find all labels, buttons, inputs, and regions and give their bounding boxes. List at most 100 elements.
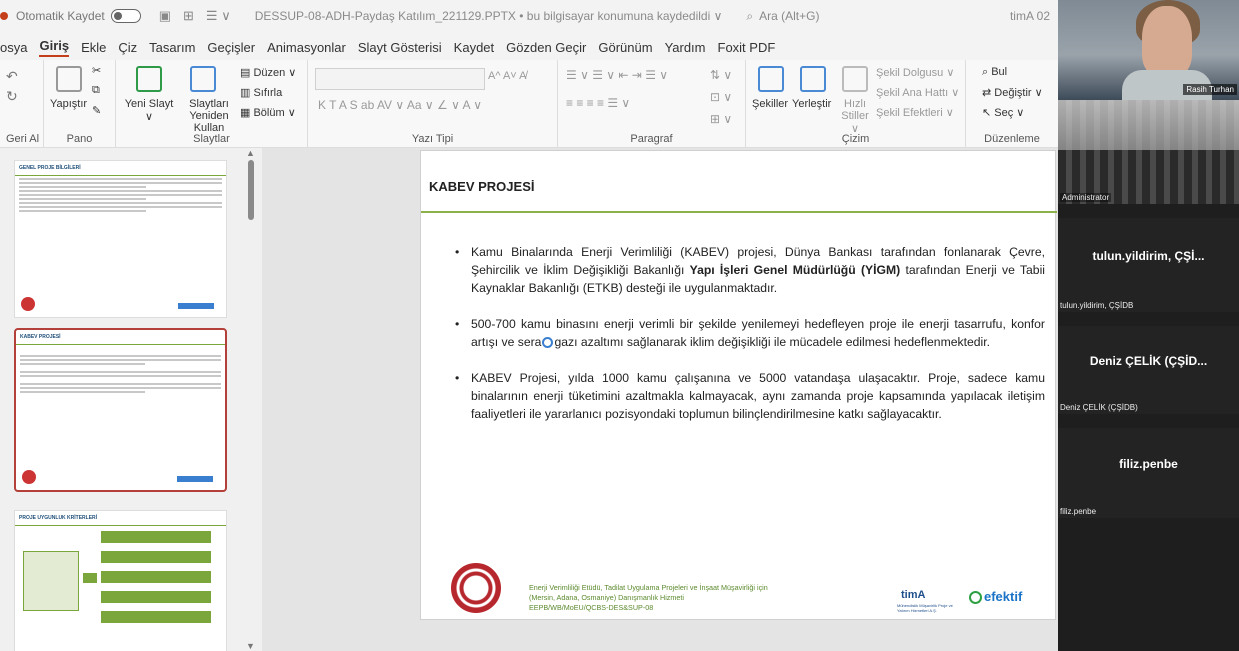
replace-label: Değiştir ∨ xyxy=(994,87,1043,99)
slide-title[interactable]: KABEV PROJESİ xyxy=(429,179,534,194)
reuse-slides-icon[interactable] xyxy=(190,66,216,92)
tab-yardım[interactable]: Yardım xyxy=(665,40,706,55)
tab-foxit-pdf[interactable]: Foxit PDF xyxy=(718,40,776,55)
arrange-button[interactable]: Yerleştir xyxy=(792,98,831,110)
editing-group: ⌕ Bul ⇄ Değiştir ∨ ↖ Seç ∨ Düzenleme xyxy=(966,60,1058,148)
criteria-box xyxy=(101,551,211,563)
search-icon: ⌕ xyxy=(746,8,754,23)
arrow-icon xyxy=(83,573,97,583)
thumb-text-line xyxy=(20,375,221,377)
participant-caption: Deniz ÇELİK (ÇŞİDB) xyxy=(1060,403,1138,412)
quick-styles-button[interactable]: Hızlı Stiller ∨ xyxy=(838,98,872,135)
new-slide-icon[interactable] xyxy=(136,66,162,92)
new-slide-button[interactable]: Yeni Slayt ∨ xyxy=(124,98,174,123)
align-icons[interactable]: ≡ ≡ ≡ ≡ ☰ ∨ xyxy=(566,96,630,110)
tab-görünüm[interactable]: Görünüm xyxy=(598,40,652,55)
current-slide[interactable]: KABEV PROJESİ Kamu Binalarında Enerji Ve… xyxy=(420,150,1057,620)
speaker-video-tile[interactable]: Rasih Turhan xyxy=(1058,0,1239,100)
slide-thumbnail-3[interactable]: PROJE UYGUNLUK KRİTERLERİ xyxy=(14,510,227,651)
participant-tile-filiz[interactable]: filiz.penbe filiz.penbe xyxy=(1058,428,1239,518)
section-icon: ▦ xyxy=(240,107,254,119)
user-account[interactable]: timA 02 xyxy=(1010,9,1050,23)
title-divider xyxy=(421,211,1057,213)
bullets-icon[interactable]: ☰ ∨ ☰ ∨ ⇤ ⇥ ☰ ∨ xyxy=(566,68,668,82)
font-name-select[interactable] xyxy=(315,68,485,90)
align-text-icon[interactable]: ⊡ ∨ xyxy=(710,90,732,104)
thumb-text-line xyxy=(19,194,222,196)
shape-fill-button[interactable]: Şekil Dolgusu ∨ xyxy=(876,66,954,79)
tab-kaydet[interactable]: Kaydet xyxy=(454,40,494,55)
participant-tile-tulun[interactable]: tulun.yildirim, ÇŞİ... tulun.yildirim, Ç… xyxy=(1058,218,1239,312)
scroll-up-icon[interactable]: ▲ xyxy=(246,148,255,158)
file-name[interactable]: DESSUP-08-ADH-Paydaş Katılım_221129.PPTX… xyxy=(255,9,723,23)
reset-button[interactable]: ▥ Sıfırla xyxy=(240,86,282,99)
quick-access-dropdown-icon[interactable]: ☰ ∨ xyxy=(206,8,231,24)
thumb-text-line xyxy=(20,355,221,357)
shape-outline-button[interactable]: Şekil Ana Hattı ∨ xyxy=(876,86,959,99)
select-icon: ↖ xyxy=(982,107,995,119)
ribbon-tabs: osya Giriş Ekle Çiz Tasarım Geçişler Animasyon… xyxy=(0,36,1058,58)
slide-thumbnail-2[interactable]: KABEV PROJESİ xyxy=(14,328,227,492)
tima-logo-subtitle: Mühendislik Müşavirlik Proje ve Yatırım … xyxy=(897,603,953,613)
select-button[interactable]: ↖ Seç ∨ xyxy=(982,106,1024,119)
presenter-icon[interactable]: ⊞ xyxy=(183,8,194,24)
slide-body[interactable]: Kamu Binalarında Enerji Verimliliği (KAB… xyxy=(455,243,1045,441)
participant-caption: tulun.yildirim, ÇŞİDB xyxy=(1060,301,1134,310)
thumb-text-line xyxy=(20,371,221,373)
scroll-thumb[interactable] xyxy=(248,160,254,220)
tab-animasyonlar[interactable]: Animasyonlar xyxy=(267,40,346,55)
tab-gözden-geçir[interactable]: Gözden Geçir xyxy=(506,40,586,55)
bullet-1: Kamu Binalarında Enerji Verimliliği (KAB… xyxy=(455,243,1045,297)
title-bar: Otomatik Kaydet ▣ ⊞ ☰ ∨ DESSUP-08-ADH-Pa… xyxy=(0,0,1058,32)
slide-thumbnail-1[interactable]: GENEL PROJE BİLGİLERİ xyxy=(14,160,227,318)
section-button[interactable]: ▦ Bölüm ∨ xyxy=(240,106,296,119)
shapes-button[interactable]: Şekiller xyxy=(752,98,788,110)
scroll-down-icon[interactable]: ▼ xyxy=(246,641,255,651)
tab-geçişler[interactable]: Geçişler xyxy=(207,40,255,55)
font-format-buttons[interactable]: K T A S ab AV ∨ Aa ∨ ∠ ∨ A ∨ xyxy=(318,98,482,112)
save-icon[interactable]: ▣ xyxy=(159,8,171,24)
bullet-3-text: KABEV Projesi, yılda 1000 kamu çalışanın… xyxy=(471,371,1045,421)
reuse-slides-button[interactable]: Slaytları Yeniden Kullan xyxy=(174,98,244,134)
smartart-icon[interactable]: ⊞ ∨ xyxy=(710,112,732,126)
copy-icon[interactable]: ⧉ xyxy=(92,84,100,97)
redo-icon[interactable]: ↻ xyxy=(6,88,18,105)
paste-icon[interactable] xyxy=(56,66,82,92)
autosave-toggle[interactable] xyxy=(110,9,141,23)
tab-giriş[interactable]: Giriş xyxy=(39,38,70,57)
participant-name: filiz.penbe xyxy=(1119,457,1178,471)
participant-tile-deniz[interactable]: Deniz ÇELİK (ÇŞİD... Deniz ÇELİK (ÇŞİDB) xyxy=(1058,326,1239,414)
font-size-buttons[interactable]: A^ A˅ A̸ xyxy=(488,70,527,82)
format-painter-icon[interactable]: ✎ xyxy=(92,104,101,117)
thumb-text-line xyxy=(20,383,221,385)
find-icon: ⌕ xyxy=(982,66,992,78)
text-direction-icon[interactable]: ⇅ ∨ xyxy=(710,68,732,82)
cut-icon[interactable]: ✂ xyxy=(92,64,101,77)
replace-button[interactable]: ⇄ Değiştir ∨ xyxy=(982,86,1043,99)
powerpoint-window: Otomatik Kaydet ▣ ⊞ ☰ ∨ DESSUP-08-ADH-Pa… xyxy=(0,0,1058,651)
shapes-icon[interactable] xyxy=(758,66,784,92)
criteria-side-box xyxy=(23,551,79,611)
editing-group-label: Düzenleme xyxy=(984,133,1040,145)
room-video-tile[interactable]: Administrator xyxy=(1058,100,1239,204)
participant-name: tulun.yildirim, ÇŞİ... xyxy=(1092,249,1205,263)
thumb-text-line xyxy=(20,359,221,361)
thumb-text-line xyxy=(19,182,222,184)
quick-styles-icon[interactable] xyxy=(842,66,868,92)
tab-ekle[interactable]: Ekle xyxy=(81,40,106,55)
shape-effects-button[interactable]: Şekil Efektleri ∨ xyxy=(876,106,954,119)
arrange-icon[interactable] xyxy=(800,66,826,92)
thumbnails-scrollbar[interactable]: ▲ ▼ xyxy=(244,148,258,651)
tab-çiz[interactable]: Çiz xyxy=(118,40,137,55)
tab-tasarım[interactable]: Tasarım xyxy=(149,40,195,55)
tab-osya[interactable]: osya xyxy=(0,40,27,55)
replace-icon: ⇄ xyxy=(982,87,995,99)
tima-logo: timA xyxy=(901,589,926,601)
paste-button[interactable]: Yapıştır xyxy=(50,98,87,110)
tab-slayt-gösterisi[interactable]: Slayt Gösterisi xyxy=(358,40,442,55)
find-button[interactable]: ⌕ Bul xyxy=(982,66,1007,79)
layout-button[interactable]: ▤ Düzen ∨ xyxy=(240,66,296,79)
footer-line-1: Enerji Verimliliği Etüdü, Tadilat Uygula… xyxy=(529,583,768,592)
undo-icon[interactable]: ↶ xyxy=(6,68,18,85)
search-box[interactable]: ⌕ Ara (Alt+G) xyxy=(740,5,890,27)
